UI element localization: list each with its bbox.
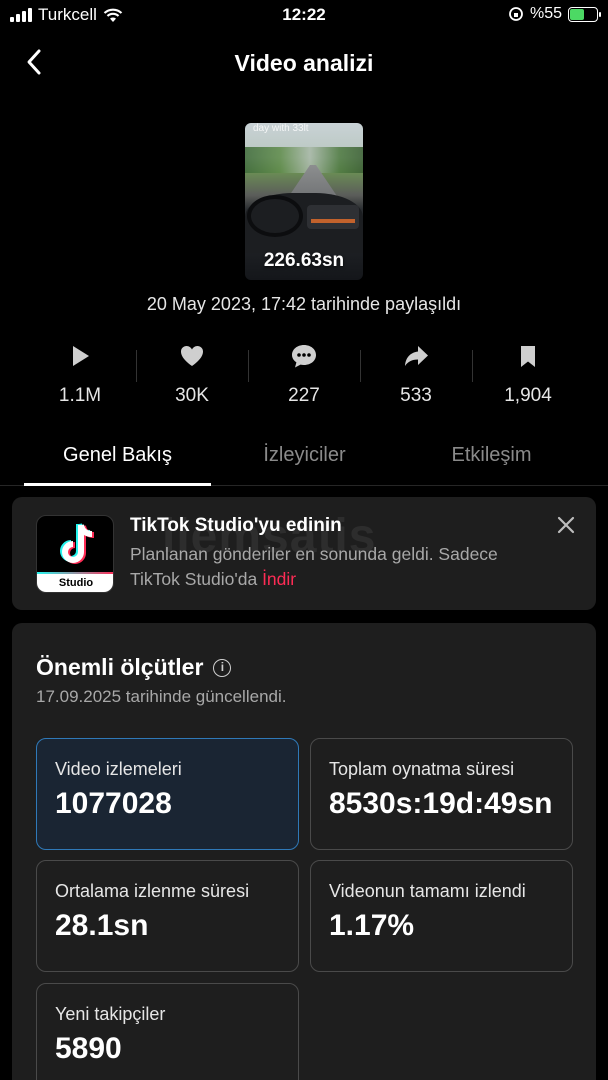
metric-avg-watch-time[interactable]: Ortalama izlenme süresi 28.1sn <box>36 860 299 972</box>
key-metrics-card: Önemli ölçütler i 17.09.2025 tarihinde g… <box>12 623 596 1080</box>
metric-value: 28.1sn <box>55 909 149 942</box>
metric-video-views[interactable]: Video izlemeleri 1077028 <box>36 738 299 850</box>
studio-banner: ilemsatis Studio TikTok Studio'yu edinin… <box>12 497 596 610</box>
stat-value: 533 <box>400 385 432 406</box>
metric-label: Video izlemeleri <box>55 759 182 779</box>
metrics-updated: 17.09.2025 tarihinde güncellendi. <box>36 687 287 706</box>
status-right: %55 <box>508 5 601 23</box>
metrics-title: Önemli ölçütler i <box>36 654 232 681</box>
banner-text: Planlanan gönderiler en sonunda geldi. S… <box>130 542 550 592</box>
metric-label: Yeni takipçiler <box>55 1004 166 1024</box>
stat-value: 1.1M <box>58 385 102 406</box>
banner-title: TikTok Studio'yu edinin <box>130 515 342 536</box>
stat-comments[interactable]: 227 <box>248 338 360 410</box>
battery-percent: %55 <box>529 5 562 22</box>
metric-value: 1077028 <box>55 787 172 820</box>
tiktok-note-icon <box>60 523 95 564</box>
tiktok-studio-logo[interactable]: Studio <box>36 515 114 593</box>
stats-row: 1.1M 30K 227 533 1,904 <box>24 338 584 410</box>
stat-value: 1,904 <box>504 385 552 406</box>
shared-date: 20 May 2023, 17:42 tarihinde paylaşıldı <box>146 294 462 314</box>
stat-shares[interactable]: 533 <box>360 338 472 410</box>
status-bar: Turkcell 12:22 %55 <box>0 0 608 32</box>
rotation-lock-icon <box>509 7 523 21</box>
comment-icon <box>292 345 316 368</box>
play-icon <box>73 346 89 366</box>
metric-new-followers[interactable]: Yeni takipçiler 5890 <box>36 983 299 1080</box>
stat-value: 227 <box>288 385 320 406</box>
page-title: Video analizi <box>234 50 374 76</box>
close-icon[interactable] <box>554 513 578 537</box>
video-thumbnail[interactable]: day with 33lt 226.63sn <box>245 123 363 280</box>
metric-value: 5890 <box>55 1032 122 1065</box>
metric-label: Videonun tamamı izlendi <box>329 881 526 901</box>
tab-overview[interactable]: Genel Bakış <box>24 432 211 486</box>
metric-value: 1.17% <box>329 909 415 942</box>
download-link[interactable]: İndir <box>262 569 296 589</box>
video-overlay-text: day with 33lt <box>253 123 309 134</box>
tab-engagement[interactable]: Etkileşim <box>398 432 585 485</box>
info-icon[interactable]: i <box>213 658 232 677</box>
stat-value: 30K <box>175 385 209 406</box>
stat-saves[interactable]: 1,904 <box>472 338 584 410</box>
share-icon <box>405 346 428 366</box>
metric-label: Toplam oynatma süresi <box>329 759 515 779</box>
heart-icon <box>181 346 203 366</box>
metric-value: 8530s:19d:49sn <box>329 787 553 820</box>
banner-body: Planlanan gönderiler en sonunda geldi. S… <box>130 544 498 589</box>
header: Video analizi <box>0 40 608 86</box>
metric-label: Ortalama izlenme süresi <box>55 881 250 901</box>
tab-bar: Genel Bakış İzleyiciler Etkileşim <box>0 432 608 486</box>
bookmark-icon <box>521 346 535 367</box>
video-duration: 226.63sn <box>263 250 345 271</box>
tab-viewers[interactable]: İzleyiciler <box>211 432 398 485</box>
metric-watched-full[interactable]: Videonun tamamı izlendi 1.17% <box>310 860 573 972</box>
studio-logo-label: Studio <box>37 574 113 592</box>
metrics-title-text: Önemli ölçütler <box>36 654 204 680</box>
stat-likes[interactable]: 30K <box>136 338 248 410</box>
stat-views[interactable]: 1.1M <box>24 338 136 410</box>
battery-icon <box>568 6 601 22</box>
metric-total-play-time[interactable]: Toplam oynatma süresi 8530s:19d:49sn <box>310 738 573 850</box>
